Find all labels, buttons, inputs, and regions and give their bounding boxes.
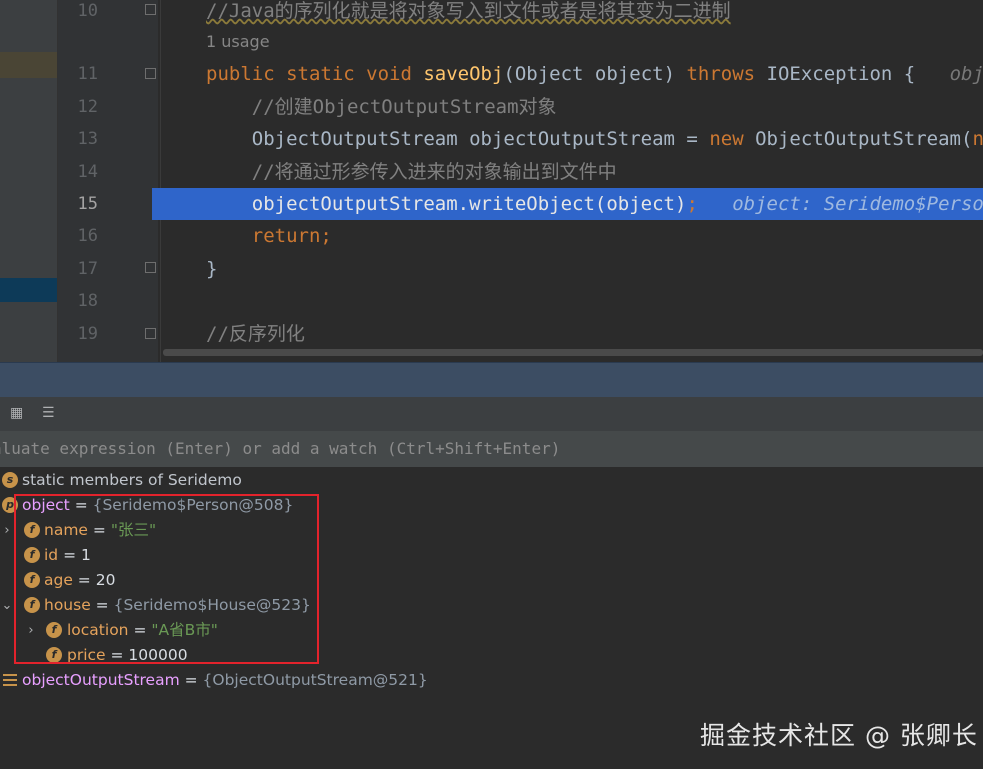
fold-marker-icon[interactable] xyxy=(145,262,156,273)
line-number: 12 xyxy=(77,97,98,117)
code-token: ; xyxy=(686,193,698,215)
code-editor[interactable]: 10 11 12 13 14 15 16 17 18 19 //Java的序列化… xyxy=(0,0,983,362)
code-token: //反序列化 xyxy=(206,323,305,345)
static-members-icon: s xyxy=(2,472,18,488)
variable-value: {ObjectOutputStream@521} xyxy=(202,671,428,689)
code-line-13[interactable]: ObjectOutputStream objectOutputStream = … xyxy=(206,123,983,155)
debug-toolbar: ▦ ☰ xyxy=(0,397,983,432)
code-token: new xyxy=(972,128,983,150)
watermark: 掘金技术社区 @ 张卿长 xyxy=(700,721,978,750)
chevron-down-icon[interactable]: ⌄ xyxy=(0,599,14,613)
code-token: ObjectOutputStream( xyxy=(755,128,973,150)
evaluate-expression-field[interactable]: aluate expression (Enter) or add a watch… xyxy=(0,431,983,468)
code-line-10[interactable]: //Java的序列化就是将对象写入到文件或者是将其变为二进制 xyxy=(206,0,731,27)
chevron-right-icon[interactable]: › xyxy=(0,524,14,538)
line-number: 16 xyxy=(77,226,98,246)
code-token: //创建ObjectOutputStream对象 xyxy=(206,96,557,118)
code-token: public static void xyxy=(206,63,424,85)
line-number: 15 xyxy=(77,194,98,214)
fold-marker-icon[interactable] xyxy=(145,328,156,339)
code-line-19[interactable]: //反序列化 xyxy=(206,318,305,350)
code-line-16[interactable]: return; xyxy=(206,220,332,252)
code-token: (Object object) xyxy=(503,63,687,85)
code-token: throws xyxy=(686,63,767,85)
code-token: IOException { xyxy=(766,63,950,85)
code-line-11[interactable]: public static void saveObj(Object object… xyxy=(206,58,983,90)
line-number: 17 xyxy=(77,259,98,279)
code-token: objectOutputStream.writeObject(object) xyxy=(206,193,687,215)
code-line-17[interactable]: } xyxy=(206,253,217,285)
variable-row[interactable]: static members of Seridemo xyxy=(22,468,242,493)
layout-settings-icon[interactable]: ☰ xyxy=(42,406,58,420)
frames-table-icon[interactable]: ▦ xyxy=(10,406,26,420)
project-tool-window xyxy=(0,0,58,362)
equals-sign: = xyxy=(179,671,203,689)
fold-marker-icon[interactable] xyxy=(145,68,156,79)
code-token: } xyxy=(206,258,218,280)
annotation-highlight-box xyxy=(14,494,319,664)
variable-row[interactable]: objectOutputStream = {ObjectOutputStream… xyxy=(22,668,428,693)
line-number: 11 xyxy=(77,64,98,84)
code-token: ; xyxy=(320,225,332,247)
line-number: 18 xyxy=(77,291,98,311)
evaluate-expression-placeholder: aluate expression (Enter) or add a watch… xyxy=(0,439,561,458)
code-line-12[interactable]: //创建ObjectOutputStream对象 xyxy=(206,91,557,123)
variable-name: static members of Seridemo xyxy=(22,471,242,489)
code-line-15[interactable]: objectOutputStream.writeObject(object); … xyxy=(206,188,983,220)
local-variable-icon xyxy=(3,674,17,686)
usage-hint[interactable]: 1 usage xyxy=(206,30,270,54)
code-token: new xyxy=(709,128,756,150)
code-token: saveObj xyxy=(423,63,504,85)
line-number: 14 xyxy=(77,162,98,182)
variable-name: objectOutputStream xyxy=(22,671,180,689)
code-token: //将通过形参传入进来的对象输出到文件中 xyxy=(206,161,617,183)
line-number: 10 xyxy=(77,1,98,21)
debug-tool-window-header[interactable] xyxy=(0,362,983,397)
line-number: 13 xyxy=(77,129,98,149)
code-token: //Java的序列化就是将对象写入到文件或者是将其变为二进制 xyxy=(206,0,731,22)
horizontal-scrollbar[interactable] xyxy=(163,349,983,356)
code-token: return xyxy=(206,225,321,247)
line-number: 19 xyxy=(77,324,98,344)
code-line-14[interactable]: //将通过形参传入进来的对象输出到文件中 xyxy=(206,156,617,188)
code-token: ObjectOutputStream objectOutputStream = xyxy=(206,128,710,150)
code-token: object: Seridemo$Person@50 xyxy=(732,193,983,215)
code-token: object xyxy=(949,63,983,85)
fold-marker-icon[interactable] xyxy=(145,4,156,15)
